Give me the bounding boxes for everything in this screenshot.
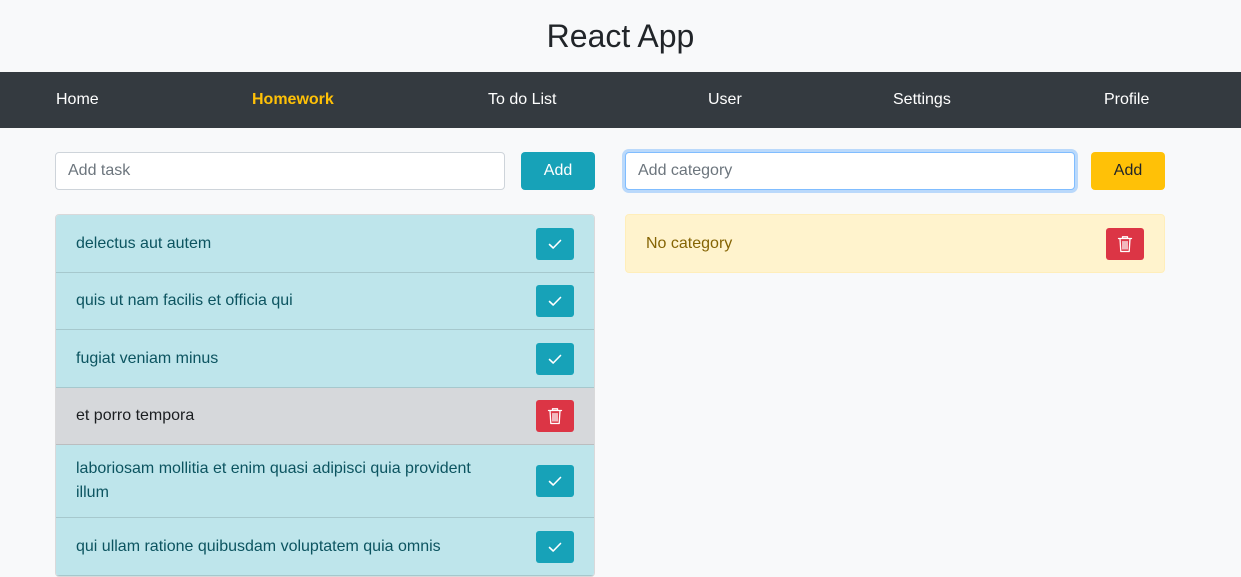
complete-task-button[interactable] [536,465,574,497]
check-icon [548,239,562,249]
nav-link-home[interactable]: Home [56,72,99,128]
task-item: delectus aut autem [56,215,594,273]
nav-link-user[interactable]: User [708,72,742,128]
nav-link-profile[interactable]: Profile [1104,72,1149,128]
check-icon [548,296,562,306]
nav-link-todo-list[interactable]: To do List [488,72,556,128]
task-item: qui ullam ratione quibusdam voluptatem q… [56,518,594,576]
task-text: fugiat veniam minus [76,349,219,367]
task-text: delectus aut autem [76,234,212,252]
nav-link-settings[interactable]: Settings [893,72,951,128]
task-item: laboriosam mollitia et enim quasi adipis… [56,445,594,518]
complete-task-button[interactable] [536,285,574,317]
trash-icon [547,408,563,425]
complete-task-button[interactable] [536,342,574,375]
task-list: delectus aut autem quis ut nam facilis e… [55,214,595,577]
task-item: et porro tempora [56,388,594,445]
check-icon [548,354,562,364]
check-icon [548,476,562,486]
delete-category-button[interactable] [1106,228,1144,260]
task-text: quis ut nam facilis et officia qui [76,292,293,309]
category-text: No category [646,234,733,252]
delete-task-button[interactable] [536,400,574,432]
main-navbar: Home Homework To do List User Settings P… [0,72,1241,128]
category-item: No category [625,214,1165,273]
task-text: et porro tempora [76,407,195,424]
add-category-input[interactable] [625,152,1075,190]
trash-icon [1117,236,1133,253]
app-title: React App [546,17,695,54]
task-text: laboriosam mollitia et enim quasi adipis… [76,460,471,501]
complete-task-button[interactable] [536,227,574,260]
task-item: fugiat veniam minus [56,330,594,388]
add-task-button[interactable]: Add [521,152,595,190]
task-item: quis ut nam facilis et officia qui [56,273,594,330]
check-icon [548,542,562,552]
add-task-input[interactable] [55,152,505,190]
complete-task-button[interactable] [536,530,574,563]
task-text: qui ullam ratione quibusdam voluptatem q… [76,537,441,555]
add-category-button[interactable]: Add [1091,152,1165,190]
nav-link-homework[interactable]: Homework [252,72,334,128]
